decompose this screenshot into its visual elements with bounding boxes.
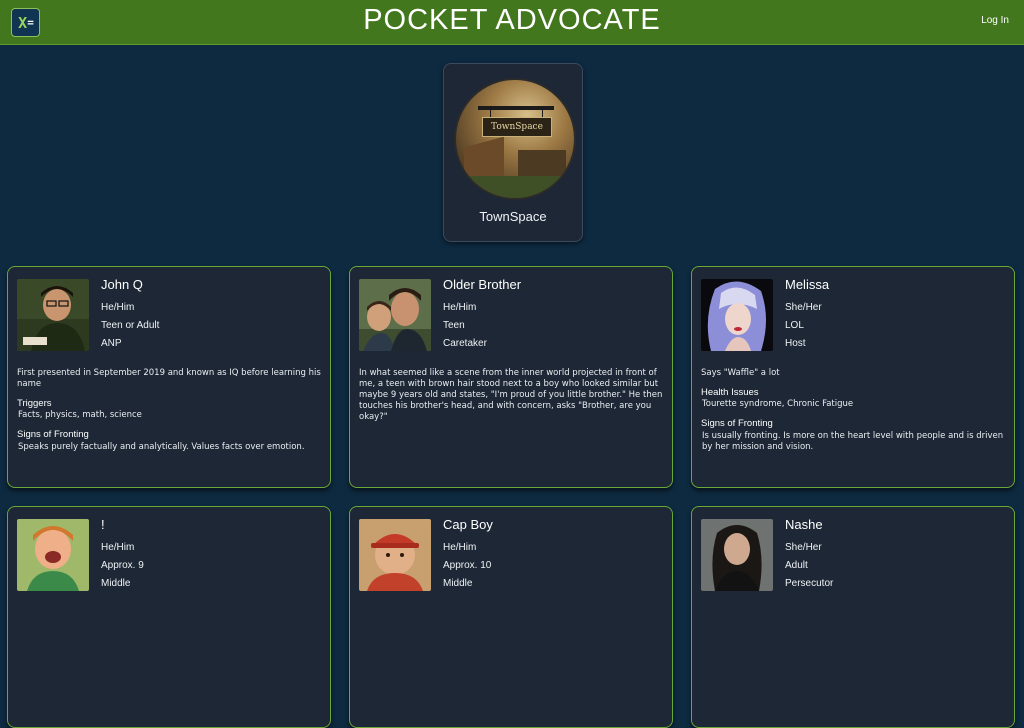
app-title: POCKET ADVOCATE: [363, 4, 661, 36]
alter-role: Host: [785, 338, 806, 349]
top-nav-bar: X = POCKET ADVOCATE Log In: [0, 0, 1024, 45]
alter-name: Melissa: [785, 277, 830, 292]
alter-description: First presented in September 2019 and kn…: [17, 368, 321, 389]
alter-pronouns: She/Her: [785, 542, 822, 553]
alter-description: In what seemed like a scene from the inn…: [359, 368, 663, 422]
system-card[interactable]: TownSpace TownSpace: [443, 63, 583, 242]
alter-name: Cap Boy: [443, 517, 493, 532]
alter-role: Middle: [443, 578, 473, 589]
alter-pronouns: He/Him: [101, 302, 135, 313]
alter-role: Persecutor: [785, 578, 834, 589]
alter-avatar: [17, 279, 89, 351]
system-name: TownSpace: [479, 209, 547, 224]
alter-avatar: [17, 519, 89, 591]
alter-age: Approx. 10: [443, 560, 492, 571]
alter-pronouns: He/Him: [443, 302, 477, 313]
section-title-signs-of-fronting: Signs of Fronting: [17, 429, 89, 440]
alter-name: Older Brother: [443, 277, 522, 292]
alter-age: Teen: [443, 320, 465, 331]
alter-avatar: [701, 279, 773, 351]
alter-name: John Q: [101, 277, 143, 292]
alter-card-nashe[interactable]: Nashe She/Her Adult Persecutor: [691, 506, 1015, 728]
alter-card-older-brother[interactable]: Older Brother He/Him Teen Caretaker In w…: [349, 266, 673, 488]
alter-age: Teen or Adult: [101, 320, 160, 331]
alter-pronouns: He/Him: [443, 542, 477, 553]
alter-name: !: [101, 517, 105, 532]
alter-card-melissa[interactable]: Melissa She/Her LOL Host Says "Waffle" a…: [691, 266, 1015, 488]
sign-chain: [490, 110, 491, 117]
login-link[interactable]: Log In: [981, 15, 1009, 26]
alter-card-cap-boy[interactable]: Cap Boy He/Him Approx. 10 Middle: [349, 506, 673, 728]
townspace-sign: TownSpace: [482, 117, 552, 137]
section-title-signs-of-fronting: Signs of Fronting: [701, 418, 773, 429]
alter-avatar: [359, 279, 431, 351]
alter-card-john-q[interactable]: John Q He/Him Teen or Adult ANP First pr…: [7, 266, 331, 488]
alter-avatar: [701, 519, 773, 591]
section-title-triggers: Triggers: [17, 398, 52, 409]
sign-chain: [542, 110, 543, 117]
alter-name: Nashe: [785, 517, 823, 532]
greenery-shape: [456, 176, 574, 198]
alter-card-exclamation[interactable]: ! He/Him Approx. 9 Middle: [7, 506, 331, 728]
alter-description: Says "Waffle" a lot: [701, 368, 780, 378]
section-text-signs-of-fronting: Is usually fronting. Is more on the hear…: [702, 431, 1004, 452]
alter-age: Adult: [785, 560, 808, 571]
alter-role: Caretaker: [443, 338, 487, 349]
alter-role: Middle: [101, 578, 131, 589]
section-text-triggers: Facts, physics, math, science: [18, 410, 142, 420]
alter-age: Approx. 9: [101, 560, 144, 571]
alter-role: ANP: [101, 338, 122, 349]
section-title-health-issues: Health Issues: [701, 387, 759, 398]
alter-age: LOL: [785, 320, 804, 331]
alter-pronouns: He/Him: [101, 542, 135, 553]
section-text-health-issues: Tourette syndrome, Chronic Fatigue: [702, 399, 854, 409]
system-image: TownSpace: [454, 78, 576, 200]
section-text-signs-of-fronting: Speaks purely factually and analytically…: [18, 442, 305, 452]
alter-pronouns: She/Her: [785, 302, 822, 313]
alter-avatar: [359, 519, 431, 591]
